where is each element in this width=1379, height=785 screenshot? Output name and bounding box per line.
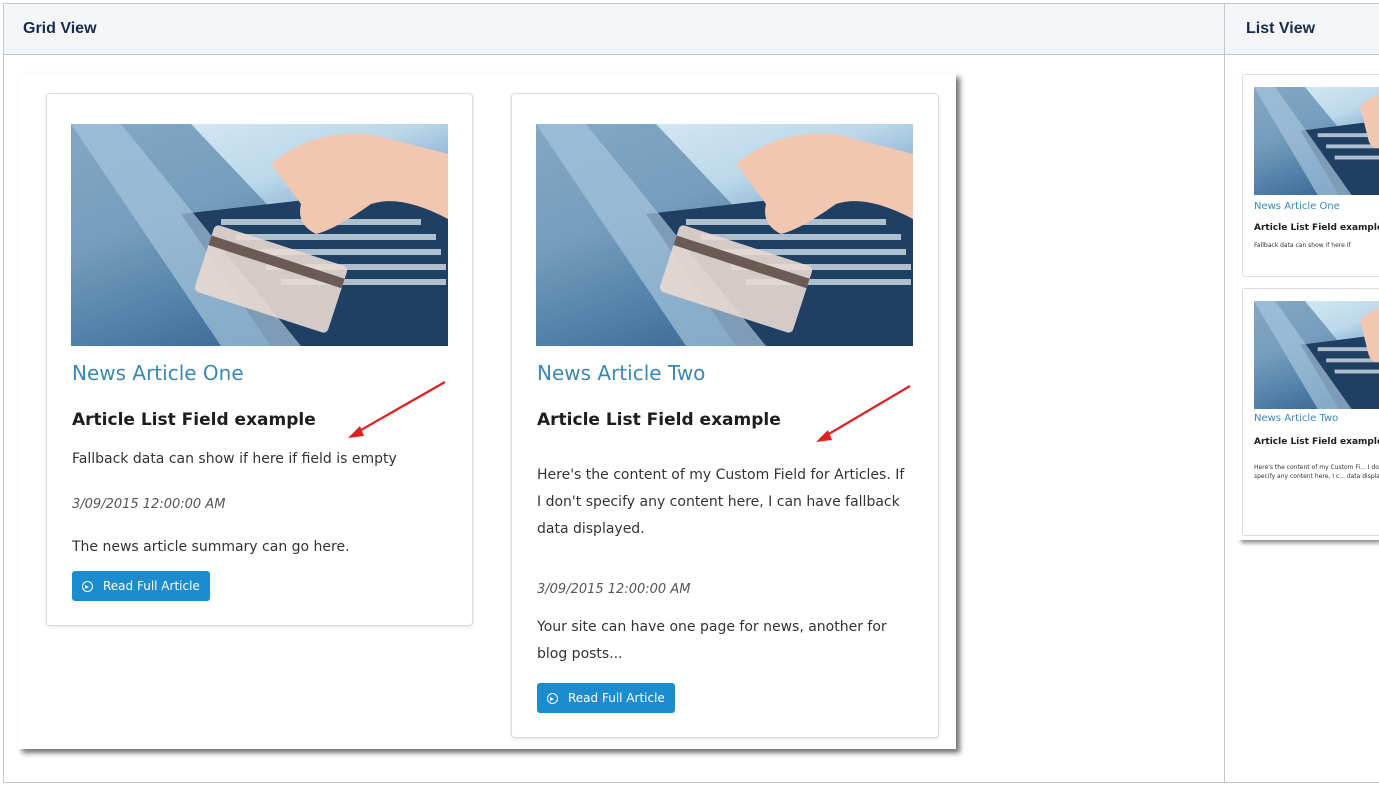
article-list-field: Article List Field example	[72, 410, 316, 430]
list-view-screenshot: News Article One Article List Field exam…	[1238, 70, 1379, 540]
list-article-one: News Article One Article List Field exam…	[1242, 74, 1379, 277]
table-column-divider	[1224, 3, 1225, 783]
article-list-field: Article List Field example	[537, 410, 781, 430]
annotation-arrow-two	[816, 385, 911, 442]
laptop-credit-card-photo	[1254, 87, 1379, 195]
article-date: 3/09/2015 12:00:00 AM	[537, 582, 691, 597]
list-article-field: Article List Field example	[1254, 223, 1379, 233]
list-view-heading: List View	[1246, 20, 1316, 37]
laptop-credit-card-photo	[71, 124, 448, 346]
photo-illustration	[1254, 87, 1379, 195]
article-summary: The news article summary can go here.	[72, 539, 350, 555]
article-summary: Your site can have one page for news, an…	[537, 619, 887, 662]
read-full-article-button[interactable]: Read Full Article	[537, 683, 675, 713]
laptop-credit-card-photo	[1254, 301, 1379, 409]
photo-illustration	[1254, 301, 1379, 409]
laptop-credit-card-photo	[536, 124, 913, 346]
photo-illustration	[71, 124, 448, 346]
list-article-title-link[interactable]: News Article Two	[1254, 413, 1338, 424]
article-title-link[interactable]: News Article One	[72, 361, 244, 385]
read-full-article-button[interactable]: Read Full Article	[72, 571, 210, 601]
custom-field-text: Fallback data can show if here if field …	[72, 451, 397, 467]
list-article-title-link[interactable]: News Article One	[1254, 201, 1340, 212]
read-full-article-label: Read Full Article	[568, 691, 665, 705]
grid-view-heading: Grid View	[23, 20, 97, 37]
article-date: 3/09/2015 12:00:00 AM	[72, 497, 226, 512]
arrow-circle-right-icon	[547, 692, 558, 704]
custom-field-text: Here's the content of my Custom Field fo…	[537, 467, 905, 537]
table-border-left	[3, 3, 4, 783]
list-custom-field-text: Here's the content of my Custom Fi... I …	[1254, 464, 1379, 480]
table-header-row	[3, 3, 1379, 55]
article-card-one: News Article One Article List Field exam…	[46, 93, 473, 626]
arrow-circle-right-icon	[82, 580, 93, 592]
article-title-link[interactable]: News Article Two	[537, 361, 705, 385]
list-article-two: News Article Two Article List Field exam…	[1242, 288, 1379, 536]
article-card-two: News Article Two Article List Field exam…	[511, 93, 939, 738]
photo-illustration	[536, 124, 913, 346]
table-border-bottom	[3, 782, 1379, 783]
list-article-field: Article List Field example	[1254, 437, 1379, 447]
list-custom-field-text: Fallback data can show if here if	[1254, 242, 1351, 249]
grid-view-screenshot: News Article One Article List Field exam…	[18, 73, 956, 749]
annotation-arrow-one	[348, 381, 446, 438]
comparison-table: Grid View List View News Article One Art…	[0, 0, 1379, 785]
read-full-article-label: Read Full Article	[103, 579, 200, 593]
